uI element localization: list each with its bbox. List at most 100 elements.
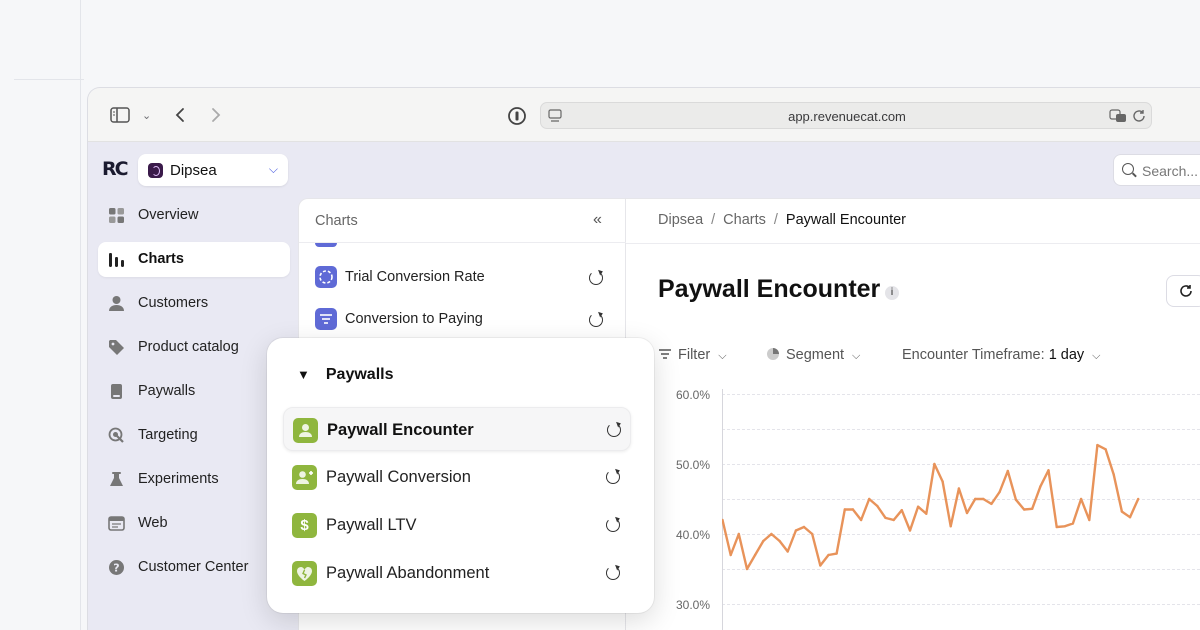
refresh-icon[interactable] xyxy=(606,470,620,484)
paywalls-group-header[interactable]: ▼ Paywalls xyxy=(297,366,393,384)
data-point[interactable] xyxy=(1022,508,1026,511)
data-point[interactable] xyxy=(1137,497,1140,501)
data-point[interactable] xyxy=(819,564,822,567)
data-point[interactable] xyxy=(778,539,781,543)
refresh-chart-button[interactable] xyxy=(1166,275,1200,307)
data-point[interactable] xyxy=(753,553,757,557)
data-point[interactable] xyxy=(827,553,830,557)
data-point[interactable] xyxy=(916,505,920,508)
data-point[interactable] xyxy=(835,552,838,555)
url-bar[interactable]: app.revenuecat.com xyxy=(540,102,1152,129)
data-point[interactable] xyxy=(1047,469,1050,472)
menu-item-paywall-conversion[interactable]: Paywall Conversion xyxy=(283,455,631,499)
info-icon[interactable]: i xyxy=(885,286,899,300)
paywalls-popover: ▼ Paywalls Paywall Encounter Paywall Conv… xyxy=(267,338,654,613)
data-point[interactable] xyxy=(957,487,961,490)
data-point[interactable] xyxy=(762,539,765,543)
sidebar-item-customer-center[interactable]: ? Customer Center xyxy=(98,550,290,585)
revenuecat-logo[interactable]: RC xyxy=(102,158,129,180)
sidebar-item-paywalls[interactable]: Paywalls xyxy=(98,374,290,409)
data-point[interactable] xyxy=(1071,522,1075,525)
chart-item-trial-conversion-rate[interactable]: Trial Conversion Rate xyxy=(315,261,611,291)
person-icon xyxy=(293,418,318,443)
sidebar-item-targeting[interactable]: Targeting xyxy=(98,418,290,453)
sidebar-item-product-catalog[interactable]: Product catalog xyxy=(98,330,290,365)
broken-heart-icon xyxy=(292,561,317,586)
data-point[interactable] xyxy=(941,480,944,483)
data-point[interactable] xyxy=(908,529,912,532)
filter-button[interactable]: Filter ⌵ xyxy=(658,347,727,363)
charts-panel-title: Charts xyxy=(315,213,358,229)
data-point[interactable] xyxy=(737,532,740,536)
data-point[interactable] xyxy=(843,508,846,511)
data-point[interactable] xyxy=(1055,525,1058,529)
data-point[interactable] xyxy=(729,553,732,557)
data-point[interactable] xyxy=(982,497,985,501)
data-point[interactable] xyxy=(884,516,887,520)
funnel-icon xyxy=(315,308,337,330)
data-point[interactable] xyxy=(876,504,879,508)
project-selector[interactable]: Dipsea ⌵ xyxy=(138,154,288,186)
data-point[interactable] xyxy=(965,511,969,515)
data-point[interactable] xyxy=(974,497,977,501)
data-point[interactable] xyxy=(1014,498,1018,501)
data-point[interactable] xyxy=(1063,525,1066,528)
data-point[interactable] xyxy=(859,518,863,522)
sidebar-item-charts[interactable]: Charts xyxy=(98,242,290,277)
data-point[interactable] xyxy=(1120,510,1124,513)
data-point[interactable] xyxy=(1039,485,1042,488)
sidebar-toggle-icon[interactable] xyxy=(110,107,130,123)
sidebar-item-overview[interactable]: Overview xyxy=(98,198,290,233)
data-point[interactable] xyxy=(1031,507,1034,510)
chart-item-conversion-to-paying[interactable]: Conversion to Paying xyxy=(315,303,611,333)
line-chart[interactable] xyxy=(722,389,1200,630)
data-point[interactable] xyxy=(900,509,903,512)
menu-item-paywall-encounter[interactable]: Paywall Encounter xyxy=(283,407,631,451)
forward-arrow-icon[interactable] xyxy=(211,107,221,123)
segment-button[interactable]: Segment ⌵ xyxy=(766,347,860,363)
data-point[interactable] xyxy=(1088,518,1091,522)
data-point[interactable] xyxy=(925,512,928,515)
sidebar-item-experiments[interactable]: Experiments xyxy=(98,462,290,497)
data-point[interactable] xyxy=(990,502,993,506)
data-point[interactable] xyxy=(998,490,1001,494)
data-point[interactable] xyxy=(949,525,952,528)
refresh-icon[interactable] xyxy=(589,313,603,327)
collapse-panel-icon[interactable]: « xyxy=(593,211,602,229)
back-arrow-icon[interactable] xyxy=(175,107,185,123)
data-point[interactable] xyxy=(1128,516,1132,519)
password-manager-icon[interactable] xyxy=(507,106,527,126)
data-point[interactable] xyxy=(811,532,814,536)
refresh-icon[interactable] xyxy=(607,423,621,437)
breadcrumb-project[interactable]: Dipsea xyxy=(658,212,703,228)
data-point[interactable] xyxy=(892,518,895,522)
menu-item-paywall-abandonment[interactable]: Paywall Abandonment xyxy=(283,551,631,595)
search-input[interactable]: Search... xyxy=(1113,154,1200,186)
translate-icon[interactable] xyxy=(1109,109,1127,123)
data-point[interactable] xyxy=(770,532,773,536)
data-point[interactable] xyxy=(802,525,806,529)
refresh-icon[interactable] xyxy=(589,271,603,285)
data-point[interactable] xyxy=(1096,443,1099,447)
data-point[interactable] xyxy=(794,529,798,532)
data-point[interactable] xyxy=(786,550,789,553)
data-point[interactable] xyxy=(745,567,749,571)
timeframe-selector[interactable]: Encounter Timeframe: 1 day ⌵ xyxy=(902,347,1101,363)
target-icon xyxy=(108,427,124,443)
data-point[interactable] xyxy=(1112,473,1115,476)
data-point[interactable] xyxy=(1104,448,1107,451)
tab-menu-chevron-icon[interactable]: ⌄ xyxy=(142,107,151,125)
data-point[interactable] xyxy=(1079,497,1083,501)
menu-item-paywall-ltv[interactable]: $ Paywall LTV xyxy=(283,503,631,547)
breadcrumb-charts[interactable]: Charts xyxy=(723,212,766,228)
data-point[interactable] xyxy=(933,462,936,466)
data-point[interactable] xyxy=(851,508,855,511)
refresh-icon[interactable] xyxy=(606,566,620,580)
sidebar-item-customers[interactable]: Customers xyxy=(98,286,290,321)
sidebar-item-web[interactable]: Web xyxy=(98,506,290,541)
reload-page-icon[interactable] xyxy=(1132,109,1146,123)
data-point[interactable] xyxy=(1006,469,1009,473)
refresh-icon[interactable] xyxy=(606,518,620,532)
data-point[interactable] xyxy=(868,497,871,501)
series-line[interactable] xyxy=(722,443,1140,571)
